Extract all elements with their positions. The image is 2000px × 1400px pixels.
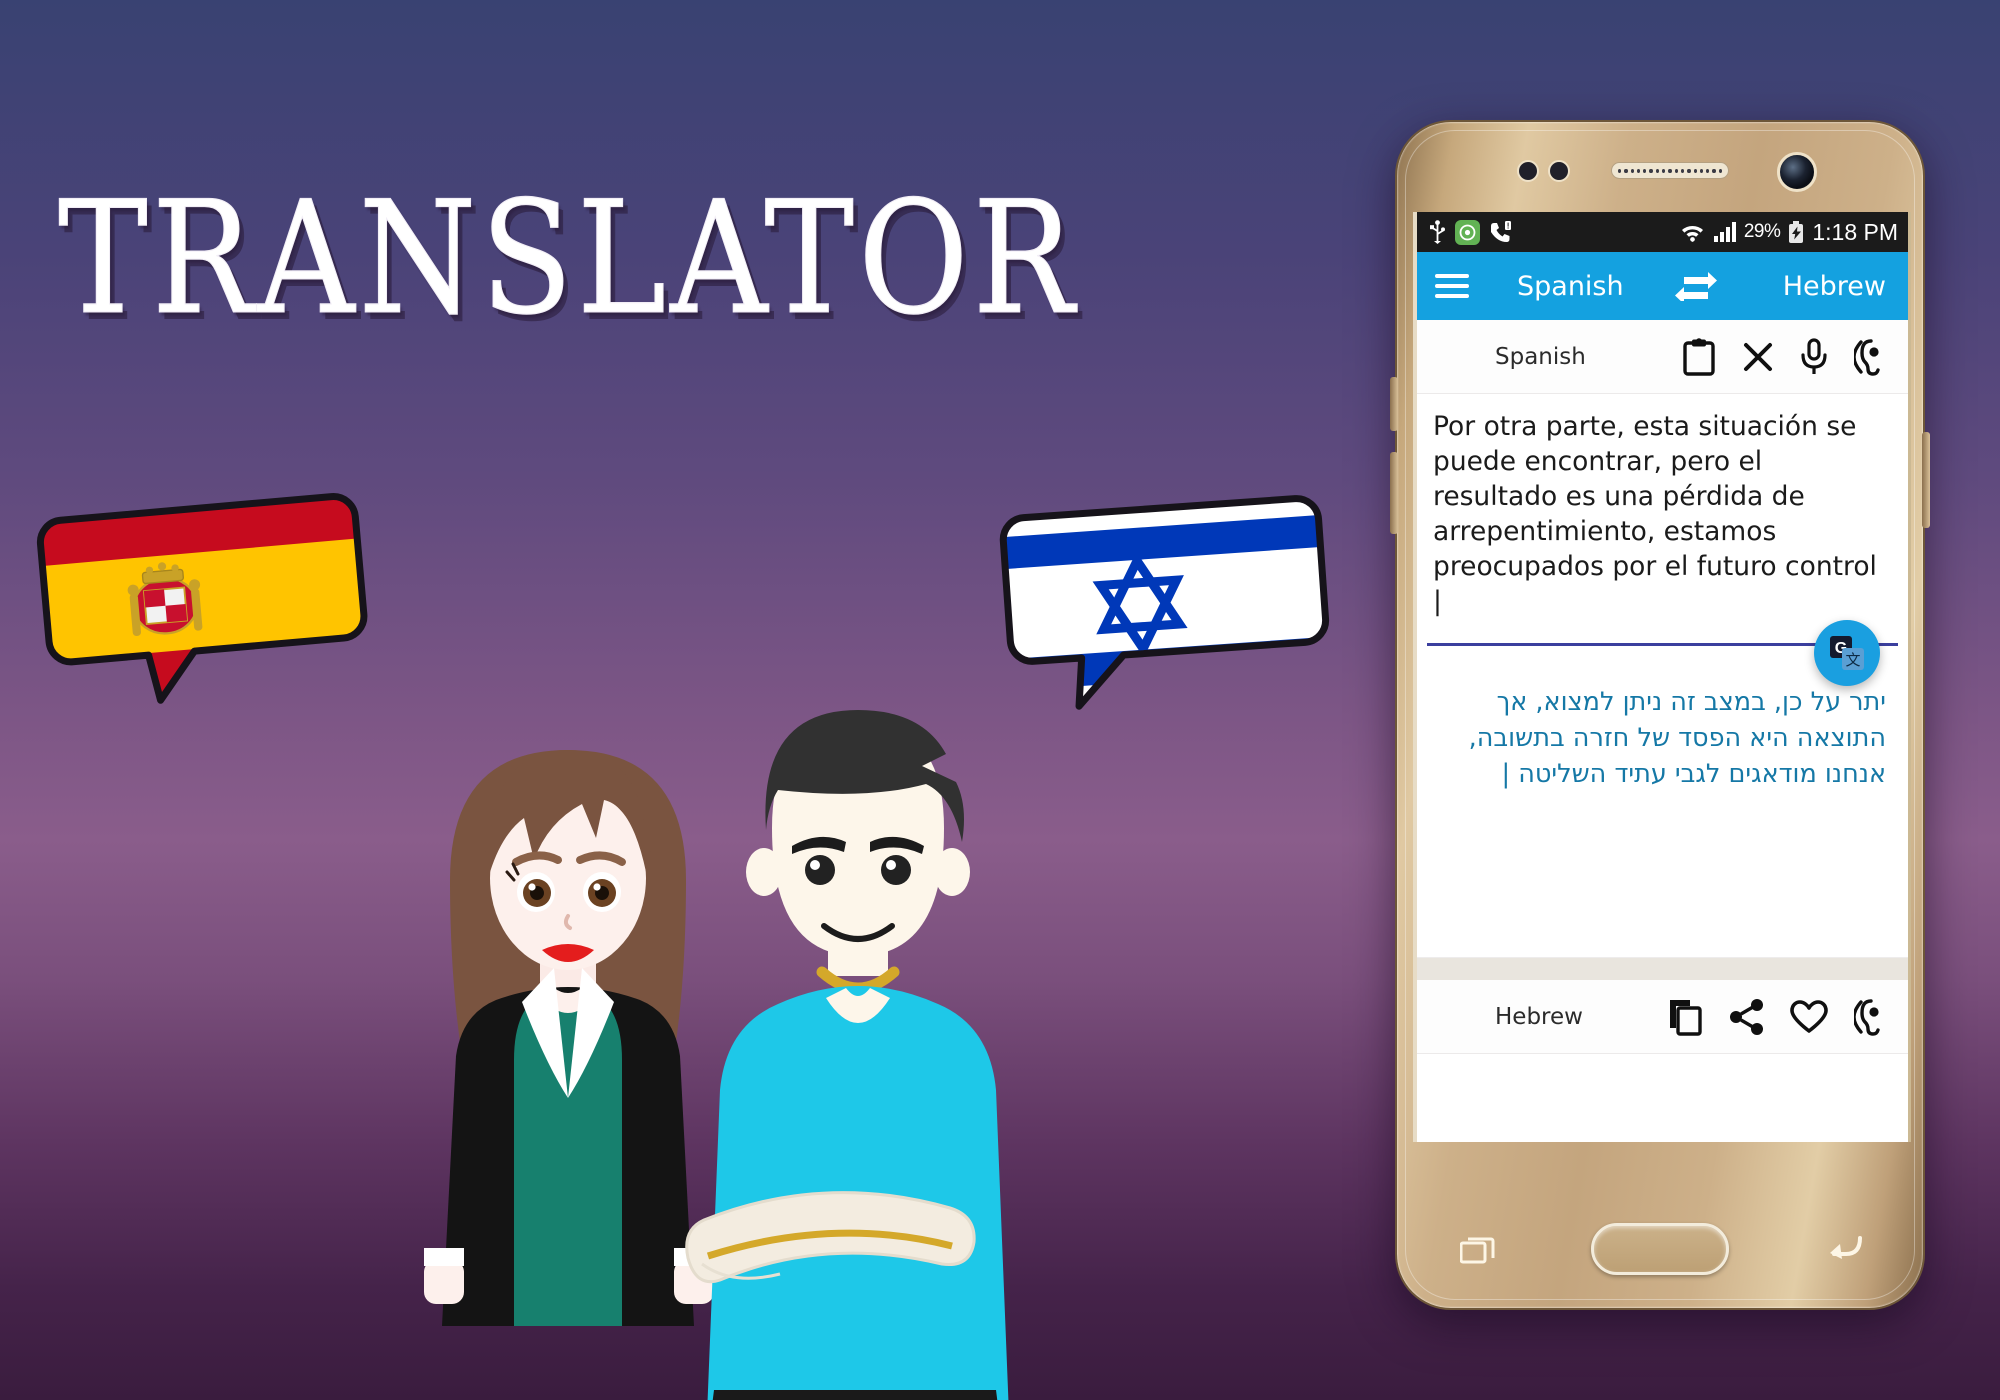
missed-call-icon [1489,221,1512,243]
clear-icon[interactable] [1742,341,1774,373]
phone-nav-bar [1413,1208,1911,1290]
status-bar: 29% 1:18 PM [1417,212,1908,252]
status-left-icons [1429,219,1512,245]
source-text[interactable]: Por otra parte, esta situación se puede … [1433,410,1892,620]
source-language-label: Spanish [1495,343,1586,370]
light-sensor-icon [1548,160,1570,182]
clock-label: 1:18 PM [1812,218,1898,245]
copy-icon[interactable] [1668,998,1704,1036]
paste-icon[interactable] [1682,337,1716,376]
usb-icon [1429,220,1446,244]
status-right-icons: 29% 1:18 PM [1680,219,1898,246]
proximity-sensors [1517,160,1570,182]
earpiece-speaker [1611,162,1729,179]
listen-icon[interactable] [1854,338,1890,376]
home-button[interactable] [1590,1223,1729,1275]
source-action-icons [1682,337,1890,376]
result-text: יתר על כן, במצב זה ניתן למצוא, אך התוצאה… [1468,687,1886,790]
recents-icon[interactable] [1460,1234,1496,1264]
microphone-icon[interactable] [1800,337,1828,376]
volume-up-button[interactable] [1390,377,1398,431]
poster-canvas: TRANSLATOR 29% 1:18 PM Spanish Hebrew Sp… [0,0,2000,1400]
result-action-icons [1668,998,1890,1036]
favorite-icon[interactable] [1790,999,1828,1034]
svg-text:文: 文 [1845,651,1860,669]
app-bar: Spanish Hebrew [1417,252,1908,320]
app-green-icon [1455,219,1480,245]
signal-bars-icon [1713,221,1736,243]
proximity-sensor-icon [1517,160,1539,182]
hamburger-menu-icon[interactable] [1435,274,1469,298]
characters-illustration [390,700,1110,1400]
result-toolbar: Hebrew [1417,980,1908,1054]
panel-divider [1417,958,1908,980]
spanish-flag-bubble [32,486,378,714]
wifi-icon [1680,220,1705,244]
power-button[interactable] [1922,432,1930,528]
swap-languages-icon[interactable] [1674,271,1718,301]
front-camera-icon [1777,152,1817,192]
source-toolbar: Spanish [1417,320,1908,394]
google-translate-icon: G 文 [1830,636,1864,670]
result-text-panel: יתר על כן, במצב זה ניתן למצוא, אך התוצאה… [1417,656,1908,958]
woman-character [424,750,714,1326]
phone-screen: 29% 1:18 PM Spanish Hebrew Spanish Por o… [1413,212,1911,1142]
man-character [685,710,1009,1400]
israel-flag-bubble [993,489,1336,717]
back-icon[interactable] [1824,1234,1864,1264]
source-language-button[interactable]: Spanish [1517,271,1624,302]
volume-down-button[interactable] [1390,452,1398,534]
source-text-panel[interactable]: Por otra parte, esta situación se puede … [1417,394,1908,686]
result-language-label: Hebrew [1495,1003,1583,1030]
listen-icon[interactable] [1854,998,1890,1036]
share-icon[interactable] [1730,998,1764,1035]
phone-mockup: 29% 1:18 PM Spanish Hebrew Spanish Por o… [1390,120,1930,1310]
battery-percent-label: 29% [1743,221,1781,242]
battery-charging-icon [1788,220,1804,244]
target-language-button[interactable]: Hebrew [1783,271,1886,302]
translate-fab[interactable]: G 文 [1814,620,1880,686]
page-title: TRANSLATOR [57,167,1079,350]
